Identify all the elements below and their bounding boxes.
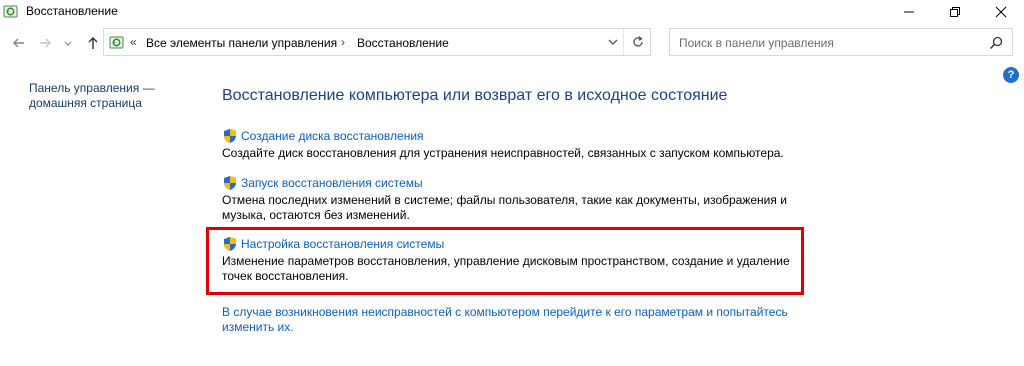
breadcrumb-all-control-panel-items[interactable]: Все элементы панели управления [146, 36, 337, 50]
control-panel-home-link[interactable]: Панель управления — домашняя страница [29, 81, 199, 111]
create-recovery-drive-link[interactable]: Создание диска восстановления [222, 128, 802, 144]
search-placeholder: Поиск в панели управления [679, 36, 834, 50]
address-divider [623, 29, 624, 55]
recovery-icon [3, 4, 19, 20]
chevron-down-icon [608, 39, 618, 45]
minimize-icon [904, 11, 914, 13]
back-arrow-icon [13, 38, 24, 48]
breadcrumb-separator[interactable]: › [341, 35, 345, 49]
address-dropdown-button[interactable] [604, 33, 622, 51]
close-button[interactable] [978, 0, 1024, 24]
task-description: Отмена последних изменений в системе; фа… [222, 193, 787, 222]
task-open-system-restore: Запуск восстановления системы Отмена пос… [222, 175, 802, 223]
create-recovery-drive-label: Создание диска восстановления [241, 129, 424, 143]
forward-button[interactable] [36, 34, 54, 52]
search-icon[interactable] [988, 35, 1004, 51]
up-arrow-icon [88, 37, 98, 49]
task-create-recovery-drive: Создание диска восстановления Создайте д… [222, 128, 802, 161]
restore-button[interactable] [932, 0, 978, 24]
recent-locations-button[interactable] [62, 34, 74, 52]
highlight-box [206, 227, 804, 295]
refresh-icon [633, 36, 643, 47]
shield-icon [222, 175, 238, 191]
help-button[interactable]: ? [1003, 67, 1019, 83]
window-title: Восстановление [26, 4, 118, 18]
breadcrumb-recovery[interactable]: Восстановление [357, 36, 449, 50]
restore-icon [950, 7, 960, 17]
title-bar: Восстановление [0, 0, 1024, 24]
minimize-button[interactable] [886, 0, 932, 24]
open-system-restore-link[interactable]: Запуск восстановления системы [222, 175, 802, 191]
back-button[interactable] [10, 34, 28, 52]
chevron-down-icon [64, 41, 72, 46]
close-icon [995, 6, 1007, 18]
address-row: « Все элементы панели управления › Восст… [0, 28, 1024, 58]
address-bar[interactable]: « Все элементы панели управления › Восст… [103, 28, 651, 56]
search-input[interactable]: Поиск в панели управления [669, 28, 1013, 56]
up-button[interactable] [84, 34, 102, 52]
reset-pc-link[interactable]: В случае возникновения неисправностей с … [222, 305, 802, 335]
shield-icon [222, 128, 238, 144]
open-system-restore-label: Запуск восстановления системы [241, 176, 423, 190]
task-description: Создайте диск восстановления для устране… [222, 146, 784, 160]
recovery-icon [109, 35, 125, 51]
address-overflow[interactable]: « [130, 35, 137, 49]
refresh-button[interactable] [629, 33, 647, 51]
forward-arrow-icon [40, 38, 51, 48]
page-title: Восстановление компьютера или возврат ег… [222, 87, 728, 104]
